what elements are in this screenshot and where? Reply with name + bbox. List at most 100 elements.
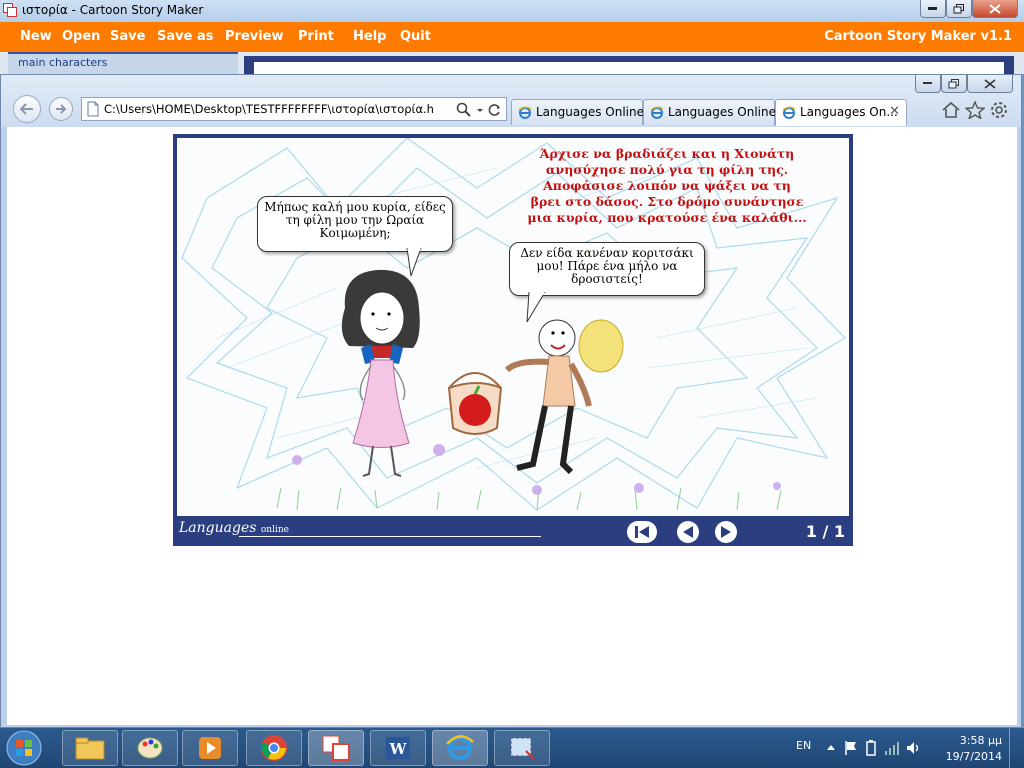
forward-button[interactable] bbox=[49, 97, 73, 121]
tab-languages-online-1[interactable]: Languages Online... bbox=[511, 99, 655, 125]
action-center-flag-icon[interactable] bbox=[844, 740, 858, 756]
browser-minimize-button[interactable] bbox=[915, 75, 941, 93]
taskbar-media-player[interactable] bbox=[182, 730, 238, 766]
browser-content: Άρχισε να βραδιάζει και η Χιονάτη ανησύχ… bbox=[7, 127, 1017, 725]
taskbar-explorer[interactable] bbox=[62, 730, 118, 766]
bubble-tail bbox=[526, 292, 546, 323]
story-caption: Άρχισε να βραδιάζει και η Χιονάτη ανησύχ… bbox=[527, 146, 807, 225]
address-input[interactable] bbox=[104, 100, 434, 118]
battery-power-icon[interactable] bbox=[864, 739, 878, 757]
first-page-button[interactable] bbox=[627, 521, 657, 543]
maximize-button[interactable] bbox=[946, 0, 972, 18]
settings-gear-icon[interactable] bbox=[989, 101, 1009, 119]
favorites-star-icon[interactable] bbox=[965, 101, 985, 119]
close-icon bbox=[989, 3, 1001, 14]
internet-explorer-icon bbox=[446, 735, 474, 760]
tab-label: Languages Online... bbox=[536, 105, 656, 119]
main-characters-panel[interactable]: main characters bbox=[8, 52, 238, 74]
system-tray: EN 3:58 μμ 19/7/2014 bbox=[784, 728, 1024, 768]
app-title: ιστορία - Cartoon Story Maker bbox=[22, 3, 204, 17]
taskbar: W EN 3:58 μμ 19/7/2014 bbox=[0, 728, 1024, 768]
page-counter: 1 / 1 bbox=[805, 522, 845, 541]
bubble-tail bbox=[406, 248, 422, 277]
tab-close-icon[interactable]: ✕ bbox=[889, 104, 900, 119]
start-button[interactable] bbox=[4, 729, 44, 767]
ie-icon bbox=[782, 106, 796, 119]
next-page-button[interactable] bbox=[715, 521, 737, 543]
restore-icon bbox=[953, 3, 964, 13]
volume-icon[interactable] bbox=[906, 740, 922, 756]
close-icon bbox=[984, 78, 996, 89]
next-icon bbox=[721, 526, 731, 538]
snipping-tool-icon bbox=[510, 737, 535, 760]
refresh-icon[interactable] bbox=[488, 102, 502, 118]
show-hidden-icons-icon[interactable] bbox=[826, 742, 836, 752]
palette-icon bbox=[137, 737, 163, 759]
chrome-icon bbox=[261, 735, 287, 761]
media-player-icon bbox=[199, 737, 221, 759]
browser-toolbar: Languages Online... Languages Online... … bbox=[1, 75, 1021, 127]
previous-page-button[interactable] bbox=[677, 521, 699, 543]
svg-text:W: W bbox=[389, 740, 408, 758]
stage-canvas bbox=[254, 62, 1004, 74]
search-icon[interactable] bbox=[456, 102, 472, 118]
speech-bubble-text: Μήπως καλή μου κυρία, είδες τη φίλη μου … bbox=[264, 200, 446, 240]
story-controls: Languages online 1 / 1 bbox=[173, 516, 853, 546]
app-brand: Cartoon Story Maker v1.1 bbox=[824, 29, 1012, 44]
word-icon: W bbox=[386, 737, 410, 759]
speech-bubble-snow-white: Μήπως καλή μου κυρία, είδες τη φίλη μου … bbox=[257, 196, 453, 252]
taskbar-word[interactable]: W bbox=[370, 730, 426, 766]
back-button[interactable] bbox=[13, 95, 41, 123]
app-icon bbox=[3, 3, 17, 17]
logo-underline bbox=[239, 536, 541, 537]
minimize-icon bbox=[923, 81, 932, 84]
story-scene: Άρχισε να βραδιάζει και η Χιονάτη ανησύχ… bbox=[177, 138, 849, 516]
browser-maximize-button[interactable] bbox=[941, 75, 967, 93]
tab-languages-online-2[interactable]: Languages Online... bbox=[643, 99, 787, 125]
restore-icon bbox=[948, 78, 959, 88]
menu-print[interactable]: Print bbox=[298, 29, 334, 44]
ie-icon bbox=[650, 106, 664, 119]
forward-arrow-icon bbox=[56, 104, 67, 114]
tab-label: Languages Online... bbox=[668, 105, 788, 119]
address-bar[interactable] bbox=[81, 97, 507, 121]
close-button[interactable] bbox=[972, 0, 1018, 18]
menu-save-as[interactable]: Save as bbox=[157, 29, 213, 44]
first-page-icon bbox=[635, 526, 649, 538]
cartoon-story-maker-icon bbox=[322, 735, 350, 761]
menu-open[interactable]: Open bbox=[62, 29, 100, 44]
menu-preview[interactable]: Preview bbox=[225, 29, 284, 44]
app-menubar: New Open Save Save as Preview Print Help… bbox=[0, 22, 1024, 52]
speech-bubble-text: Δεν είδα κανέναν κοριτσάκι μου! Πάρε ένα… bbox=[520, 246, 694, 286]
tab-languages-online-active[interactable]: Languages On... ✕ bbox=[775, 99, 907, 126]
taskbar-chrome[interactable] bbox=[246, 730, 302, 766]
minimize-icon bbox=[928, 6, 937, 10]
minimize-button[interactable] bbox=[920, 0, 946, 18]
taskbar-cartoon-story-maker[interactable] bbox=[308, 730, 364, 766]
app-titlebar: ιστορία - Cartoon Story Maker bbox=[0, 0, 1024, 22]
clock-date[interactable]: 19/7/2014 bbox=[946, 750, 1002, 763]
menu-help[interactable]: Help bbox=[353, 29, 386, 44]
taskbar-paint[interactable] bbox=[122, 730, 178, 766]
speech-bubble-woman: Δεν είδα κανέναν κοριτσάκι μου! Πάρε ένα… bbox=[509, 242, 705, 296]
browser-window: Languages Online... Languages Online... … bbox=[0, 74, 1022, 728]
previous-icon bbox=[683, 526, 693, 538]
folder-icon bbox=[75, 737, 105, 760]
menu-quit[interactable]: Quit bbox=[400, 29, 431, 44]
show-desktop-button[interactable] bbox=[1009, 728, 1024, 768]
menu-new[interactable]: New bbox=[20, 29, 52, 44]
page-icon bbox=[87, 101, 99, 117]
back-arrow-icon bbox=[20, 103, 33, 115]
home-icon[interactable] bbox=[941, 101, 961, 119]
menu-save[interactable]: Save bbox=[110, 29, 145, 44]
taskbar-internet-explorer[interactable] bbox=[432, 730, 488, 766]
network-signal-icon[interactable] bbox=[884, 740, 900, 756]
clock-time[interactable]: 3:58 μμ bbox=[960, 734, 1002, 747]
taskbar-snipping-tool[interactable] bbox=[494, 730, 550, 766]
dropdown-arrow-icon[interactable] bbox=[476, 102, 484, 118]
stage-preview bbox=[244, 56, 1014, 74]
languages-online-logo: Languages online bbox=[179, 520, 289, 536]
browser-close-button[interactable] bbox=[967, 75, 1013, 93]
input-language[interactable]: EN bbox=[796, 739, 811, 752]
tab-label: Languages On... bbox=[800, 105, 898, 119]
